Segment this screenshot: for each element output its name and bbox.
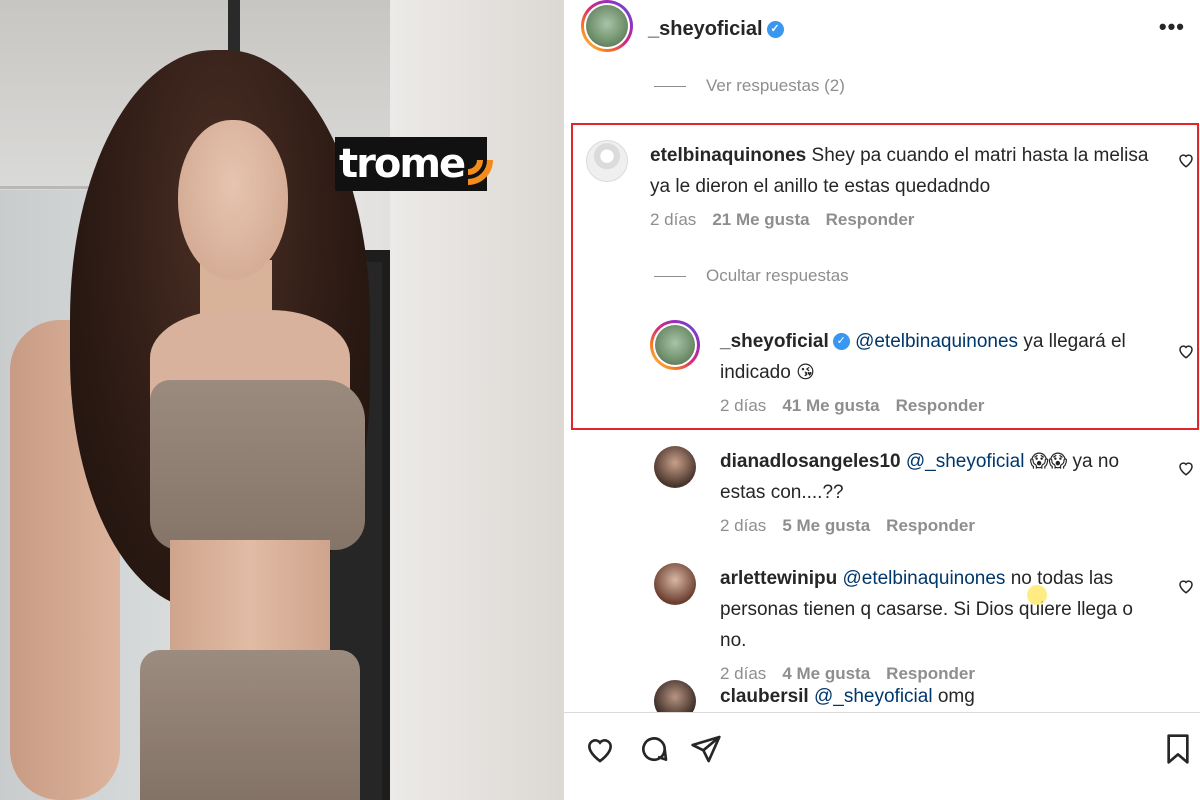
reply-mention[interactable]: @_sheyoficial: [814, 686, 933, 707]
reply-likes[interactable]: 41 Me gusta: [782, 396, 879, 416]
heart-icon[interactable]: [1177, 151, 1193, 168]
comments-panel: _sheyoficial ✓ ••• Ver respuestas (2) ete…: [563, 0, 1200, 800]
comment-likes[interactable]: 21 Me gusta: [712, 210, 809, 230]
comment-time: 2 días: [650, 210, 697, 229]
heart-icon[interactable]: [1177, 342, 1193, 359]
reply-time: 2 días: [720, 516, 767, 535]
reply-username[interactable]: _sheyoficial: [720, 331, 829, 352]
view-replies-toggle[interactable]: Ver respuestas (2): [654, 76, 845, 96]
screenshot-root: trome _sheyoficial ✓ ••• Ver respuestas (…: [0, 0, 1200, 800]
action-bar: [564, 712, 1200, 800]
hide-replies-toggle[interactable]: Ocultar respuestas: [654, 266, 849, 286]
hide-replies-label[interactable]: Ocultar respuestas: [706, 266, 849, 286]
reply-comment: dianadlosangeles10 @_sheyoficial 😱😱 ya n…: [720, 446, 1160, 536]
signal-wave-icon: [466, 142, 496, 186]
reply-avatar[interactable]: [654, 563, 696, 605]
reply-button[interactable]: Responder: [826, 210, 915, 230]
heart-icon[interactable]: [1177, 459, 1193, 476]
scream-emoji: 😱😱: [1029, 451, 1068, 472]
reply-mention[interactable]: @etelbinaquinones: [842, 568, 1005, 589]
reply-mention[interactable]: @etelbinaquinones: [855, 331, 1018, 352]
reply-avatar[interactable]: [654, 446, 696, 488]
comment-username[interactable]: etelbinaquinones: [650, 145, 806, 166]
reply-avatar[interactable]: [650, 320, 700, 370]
reply-text: omg: [937, 686, 975, 707]
trome-logo-text: trome: [339, 141, 466, 187]
bookmark-icon[interactable]: [1164, 733, 1192, 770]
header-username[interactable]: _sheyoficial: [648, 18, 763, 40]
reply-comment: _sheyoficial ✓ @etelbinaquinones ya llega…: [720, 326, 1160, 416]
trome-logo: trome: [335, 137, 494, 191]
comment-icon[interactable]: [638, 733, 670, 770]
comment-avatar[interactable]: [586, 140, 628, 182]
profile-avatar[interactable]: [581, 0, 633, 52]
reply-button[interactable]: Responder: [896, 396, 985, 416]
reply-button[interactable]: Responder: [886, 516, 975, 536]
post-header: _sheyoficial ✓ •••: [564, 0, 1200, 60]
verified-badge-icon: ✓: [766, 21, 784, 39]
share-icon[interactable]: [690, 733, 722, 770]
reply-username[interactable]: arlettewinipu: [720, 568, 837, 589]
main-comment: etelbinaquinones Shey pa cuando el matri…: [650, 140, 1150, 230]
verified-badge-icon: ✓: [832, 333, 850, 351]
view-replies-label[interactable]: Ver respuestas (2): [706, 76, 845, 96]
cursor-highlight: [1027, 585, 1047, 605]
post-photo[interactable]: trome: [0, 0, 563, 800]
kiss-emoji: 😘: [796, 362, 815, 383]
heart-icon[interactable]: [1177, 577, 1193, 594]
header-username-row[interactable]: _sheyoficial ✓: [648, 18, 784, 41]
reply-time: 2 días: [720, 396, 767, 415]
heart-icon[interactable]: [584, 733, 616, 770]
reply-username[interactable]: dianadlosangeles10: [720, 451, 901, 472]
reply-username[interactable]: claubersil: [720, 686, 809, 707]
reply-mention[interactable]: @_sheyoficial: [906, 451, 1025, 472]
reply-likes[interactable]: 5 Me gusta: [782, 516, 870, 536]
reply-comment: arlettewinipu @etelbinaquinones no todas…: [720, 563, 1160, 684]
reply-comment: claubersil @_sheyoficial omg: [720, 681, 1160, 712]
more-options-icon[interactable]: •••: [1159, 14, 1185, 40]
